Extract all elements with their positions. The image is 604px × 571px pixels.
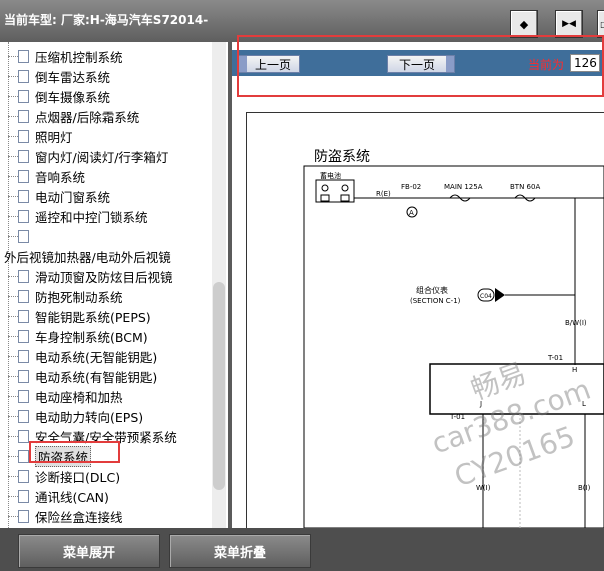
- battery-cell-1: [320, 194, 330, 202]
- cluster-label: 组合仪表: [416, 285, 448, 295]
- pin-h-label: H: [572, 366, 577, 374]
- battery-terminal-1: [321, 184, 329, 192]
- main-fuse-label: MAIN 125A: [444, 183, 483, 191]
- battery-cell-2: [340, 194, 350, 202]
- connector-a-label: A: [409, 209, 414, 217]
- btn-fuse-label: BTN 60A: [510, 183, 540, 191]
- wire-re-label: R(E): [376, 190, 391, 198]
- battery-box: [315, 179, 355, 203]
- expand-menu-label: 菜单展开: [62, 545, 115, 561]
- wiring-diagram: 蓄电池 R(E) FB-02 MAIN 125A BTN 60A A 组合仪表 …: [303, 165, 604, 529]
- wire-bi-label: B(I): [578, 484, 591, 492]
- expand-menu-button[interactable]: 菜单展开: [18, 534, 160, 568]
- battery-terminal-2: [341, 184, 349, 192]
- app-window: 当前车型: 厂家:H-海马汽车S72014- ◆ ▶◀ □ 压缩机控制系统倒车雷…: [0, 0, 604, 571]
- c04-arrow: [495, 288, 505, 302]
- section-label: (SECTION C-1): [410, 297, 461, 305]
- fb-label: FB-02: [401, 183, 421, 191]
- battery-label: 蓄电池: [320, 171, 341, 180]
- t01-label-a: T-01: [547, 354, 563, 362]
- bw-wire-label: B/W(I): [565, 319, 587, 327]
- collapse-menu-button[interactable]: 菜单折叠: [169, 534, 311, 568]
- c04-label: C04: [480, 293, 492, 300]
- collapse-menu-label: 菜单折叠: [213, 545, 266, 561]
